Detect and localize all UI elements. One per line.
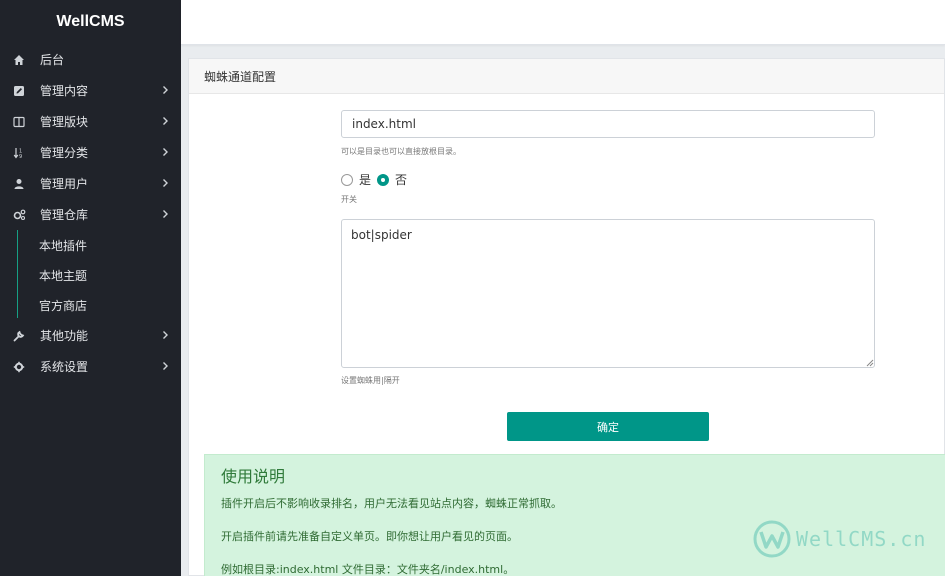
sidebar-subitem-label: 官方商店	[39, 298, 88, 313]
spider-keywords-help: 设置蜘蛛用|隔开	[341, 376, 400, 385]
chevron-right-icon	[163, 362, 168, 370]
sidebar-item-repository[interactable]: 管理仓库	[0, 199, 181, 230]
chevron-right-icon	[163, 86, 168, 94]
sidebar-subitem-label: 本地插件	[39, 238, 88, 253]
index-path-input[interactable]	[341, 110, 875, 138]
sidebar-item-categories[interactable]: 19 管理分类	[0, 137, 181, 168]
switch-help: 开关	[341, 195, 357, 204]
notice-line: 插件开启后不影响收录排名，用户无法看见站点内容，蜘蛛正常抓取。	[221, 497, 562, 510]
radio-yes[interactable]	[341, 173, 353, 186]
sidebar: WellCMS 后台 管理内容 管理版块 19 管理分类 管理用户 管理仓库 本…	[0, 0, 181, 576]
sidebar-item-forums[interactable]: 管理版块	[0, 106, 181, 137]
sidebar-subnav-repository: 本地插件 本地主题 官方商店	[0, 230, 181, 320]
user-icon	[12, 177, 26, 191]
sidebar-item-label: 管理仓库	[40, 208, 89, 222]
sidebar-item-users[interactable]: 管理用户	[0, 168, 181, 199]
sidebar-item-content[interactable]: 管理内容	[0, 75, 181, 106]
confirm-button[interactable]: 确定	[507, 412, 709, 441]
brand-logo[interactable]: WellCMS	[0, 0, 181, 44]
chevron-right-icon	[163, 210, 168, 218]
switch-radio-group: 是 否	[341, 171, 413, 188]
radio-no-label[interactable]: 否	[395, 171, 407, 188]
sidebar-item-dashboard[interactable]: 后台	[0, 44, 181, 75]
home-icon	[12, 53, 26, 67]
chevron-right-icon	[163, 331, 168, 339]
gear-icon	[12, 360, 26, 374]
svg-text:9: 9	[19, 154, 22, 159]
spider-keywords-textarea[interactable]: bot|spider	[341, 219, 875, 368]
sidebar-item-other[interactable]: 其他功能	[0, 320, 181, 351]
sidebar-item-label: 系统设置	[40, 360, 89, 374]
chevron-right-icon	[163, 117, 168, 125]
columns-icon	[12, 115, 26, 129]
sidebar-subitem-label: 本地主题	[39, 268, 88, 283]
watermark-logo-icon	[753, 520, 791, 558]
sidebar-item-label: 管理用户	[40, 177, 89, 191]
sidebar-item-settings[interactable]: 系统设置	[0, 351, 181, 382]
notice-title: 使用说明	[221, 467, 286, 486]
sidebar-item-label: 后台	[40, 53, 65, 67]
card-title: 蜘蛛通道配置	[189, 59, 944, 94]
sidebar-item-label: 管理分类	[40, 146, 89, 160]
radio-no[interactable]	[377, 173, 390, 186]
sidebar-subitem-local-plugins[interactable]: 本地插件	[0, 230, 181, 260]
radio-yes-label[interactable]: 是	[359, 171, 371, 188]
sidebar-subitem-local-themes[interactable]: 本地主题	[0, 260, 181, 290]
edit-icon	[12, 84, 26, 98]
sidebar-item-label: 管理版块	[40, 115, 89, 129]
chevron-right-icon	[163, 148, 168, 156]
watermark: WellCMS.cn	[752, 519, 926, 559]
config-card: 蜘蛛通道配置 可以是目录也可以直接放根目录。 是 否 开关 bot|spider…	[188, 58, 945, 576]
resize-grip-icon[interactable]	[866, 359, 874, 367]
notice-line: 例如根目录:index.html 文件目录：文件夹名/index.html。	[221, 563, 515, 576]
sidebar-subitem-official-store[interactable]: 官方商店	[0, 290, 181, 320]
sidebar-item-label: 管理内容	[40, 84, 89, 98]
chevron-right-icon	[163, 179, 168, 187]
sort-icon: 19	[12, 146, 26, 160]
wrench-icon	[12, 329, 26, 343]
top-header	[181, 0, 945, 45]
sidebar-item-label: 其他功能	[40, 329, 89, 343]
watermark-text: WellCMS.cn	[796, 527, 927, 551]
cogs-icon	[12, 208, 26, 222]
index-path-help: 可以是目录也可以直接放根目录。	[341, 147, 461, 156]
